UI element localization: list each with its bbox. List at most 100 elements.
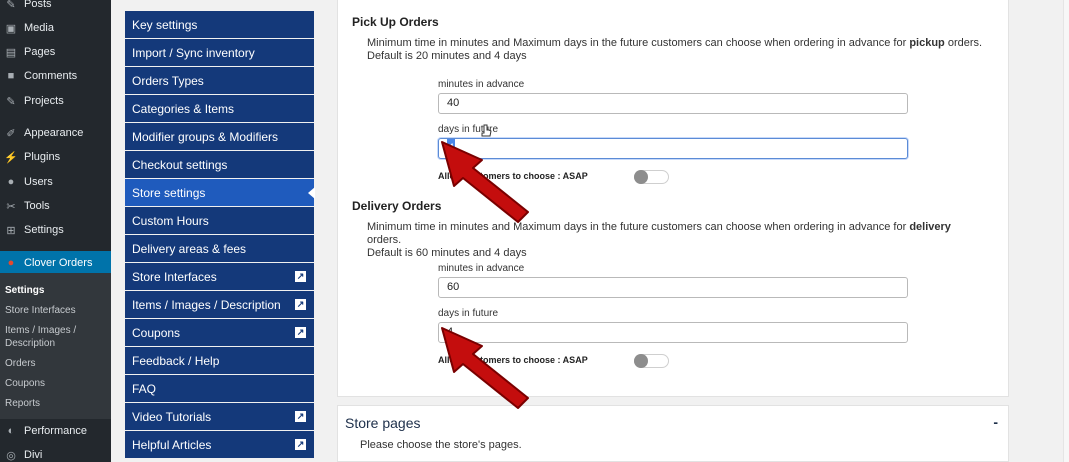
main-content: Pick Up Orders Minimum time in minutes a… [315,0,1069,462]
nav-label: Video Tutorials [132,409,212,424]
menu-item-comments[interactable]: ■ Comments [0,65,111,87]
submenu-orders[interactable]: Orders [5,357,36,370]
delivery-title: Delivery Orders [352,199,442,213]
menu-label: Pages [24,46,56,58]
desc-default: Default is 60 minutes and 4 days [367,247,527,259]
nav-store-interfaces[interactable]: Store Interfaces ↗ [125,263,314,290]
collapse-button[interactable]: - [993,414,998,430]
external-link-icon: ↗ [295,271,306,282]
toggle-knob [634,354,648,368]
external-link-icon: ↗ [295,327,306,338]
nav-label: Items / Images / Description [132,297,281,312]
menu-label: Comments [24,70,78,82]
nav-key-settings[interactable]: Key settings [125,11,314,38]
nav-video-tutorials[interactable]: Video Tutorials ↗ [125,403,314,430]
plugin-settings-nav: Key settings Import / Sync inventory Ord… [125,0,315,462]
nav-label: Delivery areas & fees [132,241,247,256]
menu-label: Plugins [24,151,61,163]
nav-label: Custom Hours [132,213,209,228]
desc-text: Minimum time in minutes and Maximum days… [367,37,910,49]
menu-item-performance[interactable]: ◐ Performance [0,420,111,442]
desc-default: Default is 20 minutes and 4 days [367,50,527,62]
nav-label: Helpful Articles [132,437,212,452]
submenu-store-interfaces[interactable]: Store Interfaces [5,304,76,317]
submenu-description[interactable]: Description [5,337,55,350]
nav-checkout-settings[interactable]: Checkout settings [125,151,314,178]
menu-item-pages[interactable]: ▤ Pages [0,41,111,63]
nav-orders-types[interactable]: Orders Types [125,67,314,94]
nav-coupons[interactable]: Coupons ↗ [125,319,314,346]
nav-helpful-articles[interactable]: Helpful Articles ↗ [125,431,314,458]
desc-text: orders. [944,37,983,49]
wrench-icon: ✂ [6,200,16,213]
nav-custom-hours[interactable]: Custom Hours [125,207,314,234]
submenu-settings[interactable]: Settings [5,284,44,297]
menu-label: Projects [24,95,64,107]
menu-item-plugins[interactable]: ⚡ Plugins [0,146,111,168]
submenu-reports[interactable]: Reports [5,397,40,410]
wp-admin-menu: ✎ Posts ▣ Media ▤ Pages ■ Comments ✎ Projects… [0,0,111,462]
gauge-icon: ◐ [7,425,15,437]
store-pages-section: Store pages - Please choose the store's … [337,405,1009,462]
menu-item-posts[interactable]: ✎ Posts [0,0,111,15]
desc-emphasis: pickup [909,37,945,49]
nav-label: Key settings [132,17,198,32]
menu-label: Settings [24,224,64,236]
pin-icon: ✎ [6,0,16,11]
menu-item-media[interactable]: ▣ Media [0,17,111,39]
media-icon: ▣ [5,22,17,35]
menu-label: Posts [24,0,52,10]
pickup-asap-toggle[interactable] [634,170,669,184]
menu-item-projects[interactable]: ✎ Projects [0,90,111,112]
settings-icon: ⊞ [6,224,16,237]
nav-label: FAQ [132,381,157,396]
brush-icon: ✐ [6,127,16,140]
external-link-icon: ↗ [295,299,306,310]
delivery-asap-toggle[interactable] [634,354,669,368]
delivery-description: Minimum time in minutes and Maximum days… [367,221,987,260]
menu-item-users[interactable]: ● Users [0,171,111,193]
annotation-arrow-icon [441,141,529,223]
nav-label: Feedback / Help [132,353,220,368]
delivery-days-label: days in future [438,308,499,319]
pickup-description: Minimum time in minutes and Maximum days… [367,37,987,63]
menu-label: Users [24,176,53,188]
menu-item-appearance[interactable]: ✐ Appearance [0,122,111,144]
nav-faq[interactable]: FAQ [125,375,314,402]
external-link-icon: ↗ [295,439,306,450]
pickup-minutes-input[interactable]: 40 [438,93,908,114]
store-pages-title: Store pages [345,415,421,431]
store-pages-subtitle: Please choose the store's pages. [360,439,522,451]
nav-categories-items[interactable]: Categories & Items [125,95,314,122]
nav-feedback-help[interactable]: Feedback / Help [125,347,314,374]
nav-store-settings[interactable]: Store settings [125,179,315,206]
submenu-coupons[interactable]: Coupons [5,377,45,390]
submenu-items-images[interactable]: Items / Images / [5,324,76,337]
nav-delivery-areas[interactable]: Delivery areas & fees [125,235,314,262]
scrollbar[interactable] [1063,0,1069,462]
menu-item-settings[interactable]: ⊞ Settings [0,219,111,241]
toggle-knob [634,170,648,184]
menu-label: Divi [24,449,43,461]
nav-label: Import / Sync inventory [132,45,255,60]
menu-label: Clover Orders [24,256,93,269]
nav-items-images[interactable]: Items / Images / Description ↗ [125,291,314,318]
user-icon: ● [7,176,15,188]
menu-item-clover-orders[interactable]: ● Clover Orders [0,251,111,274]
delivery-minutes-input[interactable]: 60 [438,277,908,298]
menu-item-tools[interactable]: ✂ Tools [0,195,111,217]
external-link-icon: ↗ [295,411,306,422]
nav-import-sync[interactable]: Import / Sync inventory [125,39,314,66]
nav-label: Store Interfaces [132,269,217,284]
divi-icon: ◎ [6,449,16,462]
nav-label: Store settings [132,185,206,200]
menu-item-divi[interactable]: ◎ Divi [0,444,111,462]
delivery-minutes-label: minutes in advance [438,263,525,274]
pin-icon: ✎ [6,95,16,108]
mouse-cursor-icon [481,124,492,137]
spacer [111,0,125,462]
comments-icon: ■ [7,70,15,82]
menu-label: Performance [24,425,87,437]
menu-label: Tools [24,200,50,212]
nav-modifier-groups[interactable]: Modifier groups & Modifiers [125,123,314,150]
